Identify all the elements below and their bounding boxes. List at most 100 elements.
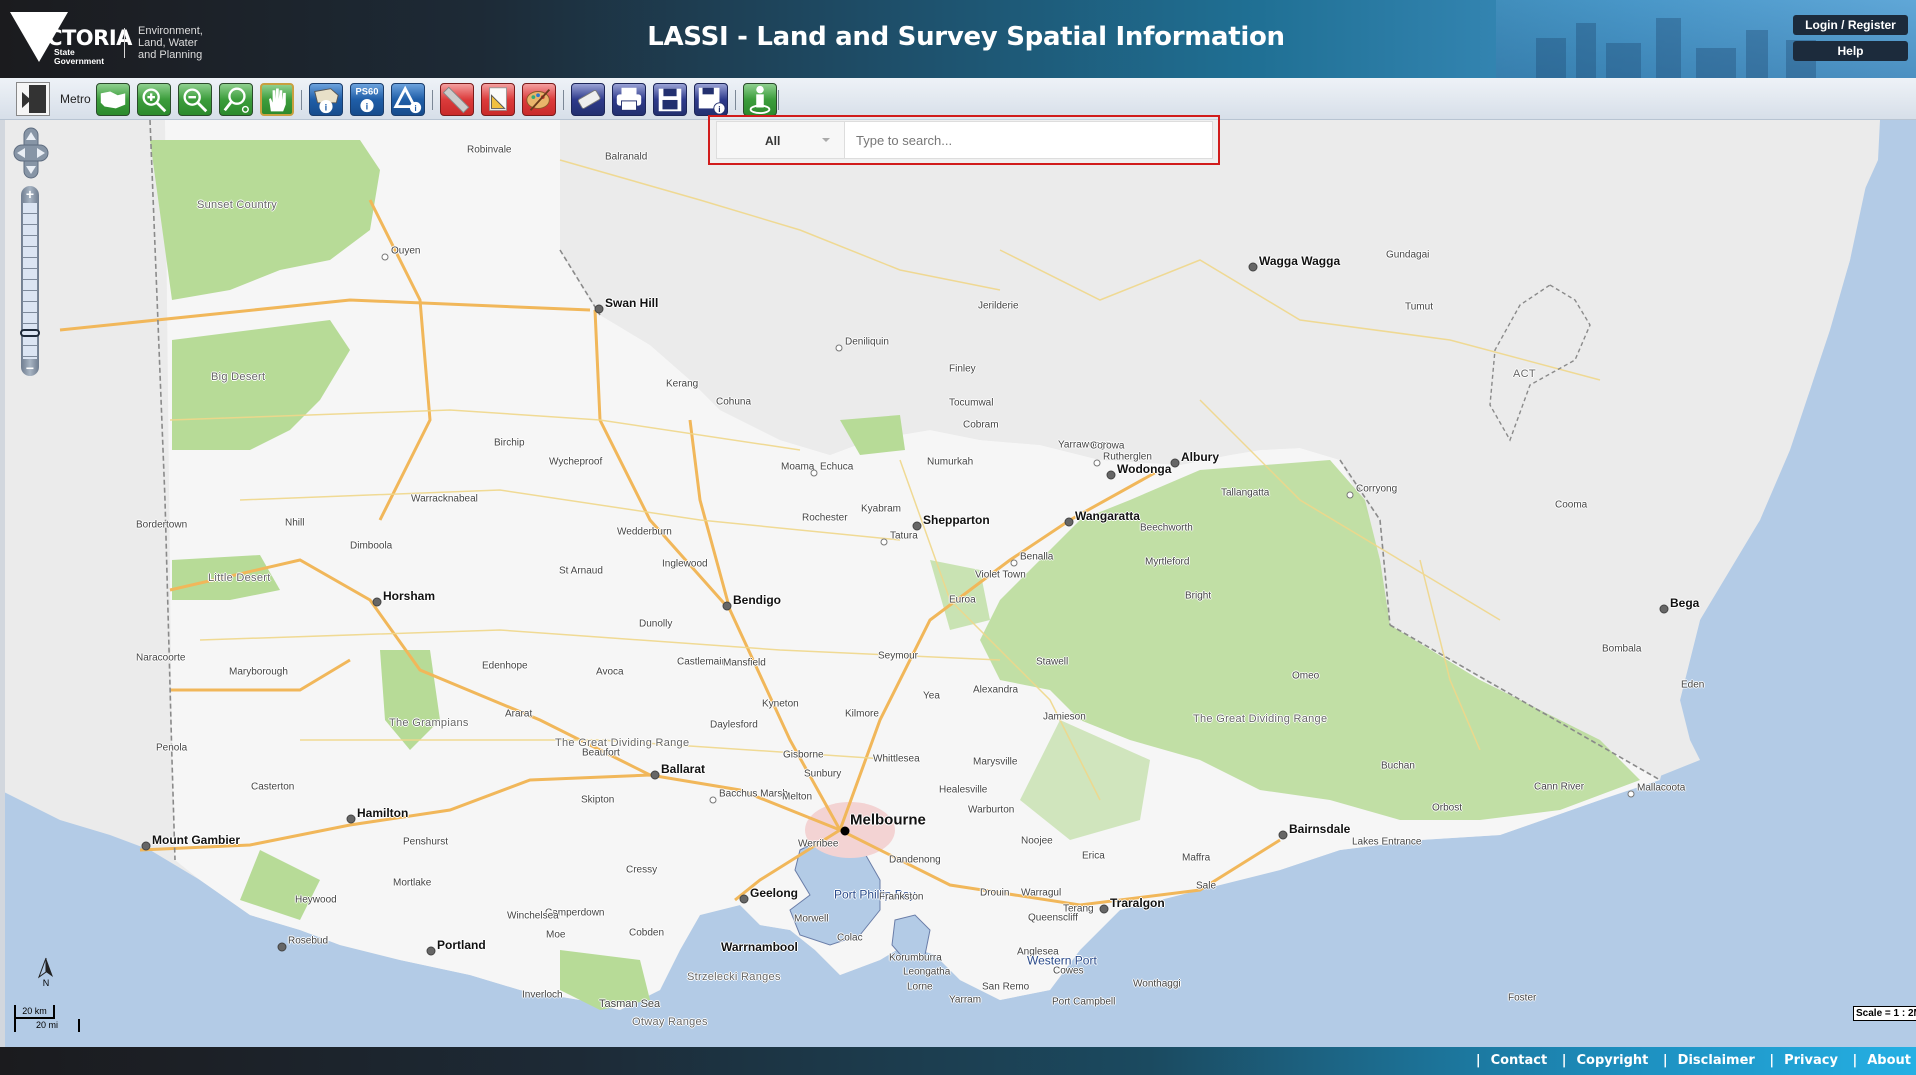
zoom-out-button[interactable]: [178, 83, 212, 116]
map-label-eden: Eden: [1681, 679, 1705, 691]
map-label-cobden: Cobden: [629, 927, 665, 939]
parcel-info-button[interactable]: i: [309, 83, 343, 116]
full-extent-button[interactable]: [96, 83, 130, 116]
app-header: VICTORIA State Government Environment, L…: [0, 0, 1916, 78]
footer-link-disclaimer[interactable]: Disclaimer: [1678, 1053, 1755, 1068]
pan-button[interactable]: [260, 83, 294, 116]
logo-sub-line: Government: [54, 56, 105, 66]
printer-icon: [616, 87, 642, 111]
login-register-button[interactable]: Login / Register: [1793, 15, 1908, 35]
town-marker: [835, 344, 843, 352]
map-label-seymour: Seymour: [878, 650, 919, 662]
map-label-queenscliff: Queenscliff: [1028, 912, 1078, 924]
map-label-traralgon: Traralgon: [1110, 896, 1165, 910]
map-label-dimboola: Dimboola: [350, 540, 393, 552]
footer-links: | Contact | Copyright | Disclaimer | Privacy…: [1466, 1053, 1911, 1068]
toolbar-separator: [301, 90, 302, 110]
map-label-mansfield: Mansfield: [723, 657, 766, 669]
map-label-warburton: Warburton: [968, 804, 1015, 816]
town-marker: [381, 253, 389, 261]
map-label-tasman-sea: Tasman Sea: [599, 998, 661, 1010]
town-marker: [1010, 559, 1018, 567]
town-marker: [739, 894, 749, 904]
map-label-the-grampians: The Grampians: [389, 717, 469, 729]
map-label-gundagai: Gundagai: [1386, 249, 1430, 261]
town-marker: [594, 304, 604, 314]
footer-link-privacy[interactable]: Privacy: [1784, 1053, 1838, 1068]
town-marker: [1627, 790, 1635, 798]
map-label-st-arnaud: St Arnaud: [559, 565, 603, 577]
map-label-moe: Moe: [546, 929, 566, 941]
style-button[interactable]: [522, 83, 556, 116]
map-label-port-campbell: Port Campbell: [1052, 996, 1116, 1008]
map-label-cobram: Cobram: [963, 419, 999, 431]
map-label-sale: Sale: [1196, 880, 1217, 892]
map-label-bright: Bright: [1185, 590, 1212, 602]
pan-control[interactable]: [12, 126, 50, 180]
map-label-penola: Penola: [156, 742, 188, 754]
map-label-deniliquin: Deniliquin: [845, 336, 889, 348]
map-canvas[interactable]: Robinvale Balranald Sunset Country Ouyen Swa…: [0, 120, 1916, 1047]
street-view-button[interactable]: [743, 83, 777, 116]
clear-button[interactable]: [571, 83, 605, 116]
metro-link[interactable]: Metro: [60, 92, 91, 106]
save-button[interactable]: [653, 83, 687, 116]
map-label-finley: Finley: [949, 363, 976, 375]
toolbar-separator: [563, 90, 564, 110]
town-marker: [426, 946, 436, 956]
panel-toggle-button[interactable]: [16, 82, 50, 116]
footer-separator: |: [1561, 1053, 1567, 1068]
footer-link-about[interactable]: About: [1867, 1053, 1911, 1068]
map-label-kerang: Kerang: [666, 378, 699, 390]
map-label-nhill: Nhill: [285, 517, 305, 529]
save-info-button[interactable]: i: [694, 83, 728, 116]
melbourne-marker: [840, 826, 850, 836]
search-input[interactable]: [845, 121, 1213, 159]
map-label-daylesford: Daylesford: [710, 719, 758, 731]
map-label-echuca: Echuca: [820, 461, 854, 473]
help-button[interactable]: Help: [1793, 41, 1908, 61]
palette-icon: [526, 89, 551, 111]
map-label-act: ACT: [1513, 368, 1536, 380]
footer-link-copyright[interactable]: Copyright: [1576, 1053, 1648, 1068]
zoom-in-button[interactable]: [137, 83, 171, 116]
map-label-san-remo: San Remo: [982, 981, 1030, 993]
map-label-robinvale: Robinvale: [467, 144, 512, 156]
zoom-box-button[interactable]: [219, 83, 253, 116]
ps60-info-icon: PS60 i: [356, 85, 378, 113]
town-marker: [650, 770, 660, 780]
footer-link-contact[interactable]: Contact: [1491, 1053, 1548, 1068]
map-label-marysville: Marysville: [973, 756, 1018, 768]
zoom-box-icon: [223, 87, 249, 113]
zoom-in-icon[interactable]: +: [21, 186, 39, 202]
map-label-naracoorte: Naracoorte: [136, 652, 186, 664]
zoom-slider-thumb[interactable]: [20, 329, 40, 337]
map-label-tallangatta: Tallangatta: [1221, 487, 1270, 499]
ruler-icon: [442, 86, 470, 114]
toolbar-separator: [778, 90, 779, 110]
draw-button[interactable]: [481, 83, 515, 116]
zoom-slider[interactable]: + −: [20, 186, 40, 376]
print-button[interactable]: [612, 83, 646, 116]
map-label-whittlesea: Whittlesea: [873, 753, 920, 765]
map-label-ararat: Ararat: [505, 708, 533, 720]
ps60-info-button[interactable]: PS60 i: [350, 83, 384, 116]
map-label-little-desert: Little Desert: [208, 572, 271, 584]
basemap: [5, 120, 1916, 1047]
map-label-wedderburn: Wedderburn: [617, 526, 672, 538]
map-label-bendigo: Bendigo: [733, 593, 781, 607]
map-label-penshurst: Penshurst: [403, 836, 449, 848]
measure-button[interactable]: [440, 83, 474, 116]
survey-mark-info-button[interactable]: i: [391, 83, 425, 116]
map-label-healesville: Healesville: [939, 784, 988, 796]
map-label-albury: Albury: [1181, 450, 1220, 464]
map-label-violet-town: Violet Town: [975, 569, 1026, 581]
town-marker: [1170, 458, 1180, 468]
town-marker: [1093, 459, 1101, 467]
map-label-strzelecki-ranges: Strzelecki Ranges: [687, 971, 781, 983]
map-label-numurkah: Numurkah: [927, 456, 974, 468]
zoom-out-icon[interactable]: −: [21, 360, 39, 376]
search-category-select[interactable]: All: [716, 121, 845, 159]
hand-icon: [269, 88, 286, 112]
map-label-shepparton: Shepparton: [923, 513, 990, 527]
